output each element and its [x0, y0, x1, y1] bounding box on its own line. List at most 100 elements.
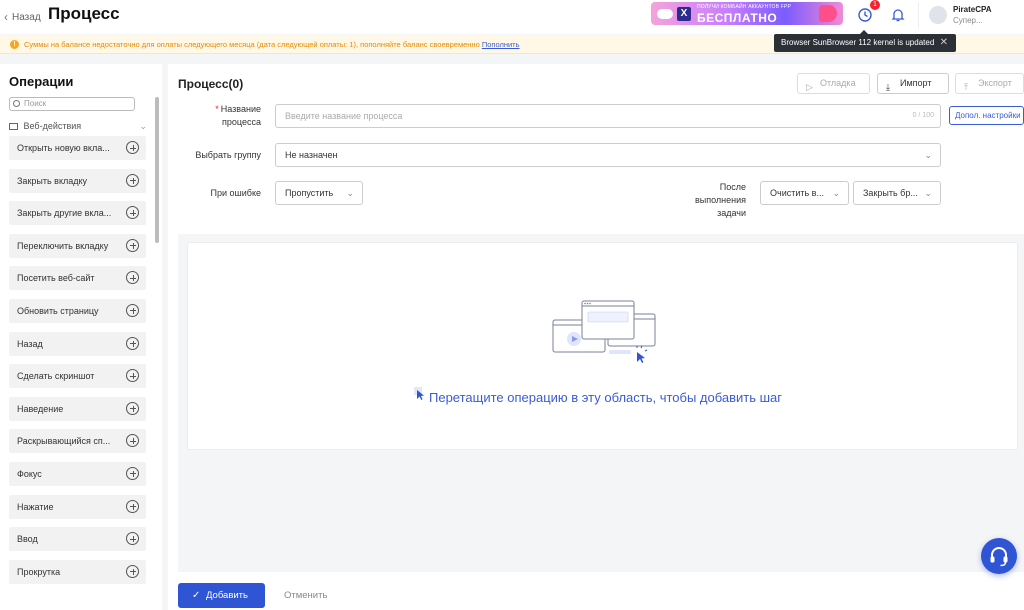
- required-mark: *: [215, 104, 219, 114]
- add-circle-icon[interactable]: [126, 141, 139, 154]
- debug-label: Отладка: [820, 78, 856, 88]
- list-item[interactable]: Ввод: [9, 527, 146, 552]
- promo-banner[interactable]: X ПОЛУЧИ КОМБАЙН АККАУНТОВ FPP БЕСПЛАТНО: [651, 2, 843, 25]
- add-circle-icon[interactable]: [126, 238, 139, 252]
- add-circle-icon[interactable]: [126, 206, 139, 220]
- process-name-placeholder: Введите название процесса: [285, 111, 403, 121]
- list-item-label: Открыть новую вкла...: [17, 143, 110, 153]
- list-item[interactable]: Фокус: [9, 461, 146, 486]
- list-item-label: Раскрывающийся сп...: [17, 436, 111, 447]
- on-error-value: Пропустить: [285, 188, 334, 198]
- list-item[interactable]: Обновить страницу: [9, 298, 146, 323]
- add-circle-icon[interactable]: [126, 434, 139, 448]
- list-item-label: Нажатие: [17, 501, 54, 512]
- group-label: Выбрать группу: [195, 150, 261, 160]
- support-button[interactable]: [981, 538, 1017, 574]
- on-error-select[interactable]: Пропустить ⌄: [275, 181, 363, 205]
- browser-windows-illustration-icon: [552, 300, 656, 363]
- after-task-close-select[interactable]: Закрыть бр... ⌄: [853, 181, 941, 205]
- export-button[interactable]: ⤒ Экспорт: [955, 73, 1024, 94]
- char-counter: 0 / 100: [912, 112, 934, 119]
- after-task-label: После выполнения задачи: [686, 181, 746, 220]
- add-circle-icon[interactable]: [126, 173, 139, 187]
- add-circle-icon[interactable]: [126, 532, 139, 546]
- after-task-label-line3: задачи: [717, 208, 746, 218]
- list-item[interactable]: Закрыть вкладку: [9, 168, 146, 193]
- page-title: Процесс: [48, 4, 120, 23]
- bell-icon[interactable]: [889, 6, 907, 24]
- back-button[interactable]: ‹ Назад: [4, 10, 41, 24]
- download-icon: ⤓: [886, 82, 890, 92]
- list-item[interactable]: Переключить вкладку: [9, 233, 146, 258]
- process-editor: Процесс(0) ▷ Отладка ⤓ Импорт ⤒ Экспорт …: [168, 64, 1024, 610]
- promo-logo: X: [677, 7, 691, 21]
- add-label: Добавить: [206, 590, 248, 601]
- after-task-clear-select[interactable]: Очистить в... ⌄: [760, 181, 849, 205]
- add-circle-icon[interactable]: [126, 303, 139, 317]
- list-item-label: Посетить веб-сайт: [17, 273, 95, 284]
- debug-button[interactable]: ▷ Отладка: [797, 73, 870, 94]
- add-circle-icon[interactable]: [126, 564, 139, 578]
- chevron-down-icon: ⌄: [346, 188, 354, 198]
- top-bar: ‹ Назад Процесс X ПОЛУЧИ КОМБАЙН АККАУНТ…: [0, 0, 1024, 34]
- list-item-label: Закрыть другие вкла...: [17, 208, 112, 219]
- warning-icon: !: [10, 40, 19, 49]
- add-circle-icon[interactable]: [126, 271, 139, 285]
- user-name: PirateCPA: [953, 5, 992, 14]
- list-item[interactable]: Нажатие: [9, 494, 146, 519]
- process-title: Процесс(0): [178, 77, 244, 91]
- sidebar-scrollbar[interactable]: [155, 97, 159, 243]
- list-item[interactable]: Прокрутка: [9, 559, 146, 584]
- tooltip-text: Browser SunBrowser 112 kernel is updated: [781, 38, 935, 47]
- list-item-label: Прокрутка: [17, 566, 61, 577]
- upload-icon: ⤒: [964, 82, 968, 92]
- user-menu[interactable]: PirateCPA Супер...: [918, 2, 1024, 28]
- process-name-input[interactable]: Введите название процесса 0 / 100: [275, 104, 941, 128]
- add-circle-icon[interactable]: [126, 369, 139, 383]
- notification-badge: 1: [870, 0, 880, 10]
- search-icon: [13, 100, 20, 107]
- process-name-label-line1: Название: [220, 104, 261, 114]
- add-circle-icon[interactable]: [126, 401, 139, 415]
- close-icon[interactable]: ✕: [940, 34, 948, 52]
- drop-zone-card: Перетащите операцию в эту область, чтобы…: [187, 242, 1018, 450]
- drop-hint: Перетащите операцию в эту область, чтобы…: [429, 390, 783, 405]
- avatar: [929, 6, 947, 24]
- chevron-down-icon: ⌄: [139, 121, 147, 131]
- process-name-label: * Название процесса: [188, 103, 261, 129]
- operations-list: Открыть новую вкла... Закрыть вкладку За…: [9, 136, 146, 592]
- import-button[interactable]: ⤓ Импорт: [877, 73, 949, 94]
- list-item[interactable]: Открыть новую вкла...: [9, 136, 146, 160]
- operations-sidebar: Операции Поиск Веб-действия ⌄ Открыть но…: [0, 64, 162, 610]
- browser-icon: [9, 123, 18, 130]
- list-item[interactable]: Раскрывающийся сп...: [9, 429, 146, 454]
- add-circle-icon[interactable]: [126, 466, 139, 480]
- list-item[interactable]: Закрыть другие вкла...: [9, 201, 146, 226]
- group-web-actions[interactable]: Веб-действия ⌄: [9, 121, 147, 131]
- list-item[interactable]: Сделать скриншот: [9, 364, 146, 389]
- user-role: Супер...: [953, 16, 983, 25]
- chevron-left-icon: ‹: [4, 10, 8, 24]
- chevron-down-icon: ⌄: [832, 188, 840, 198]
- add-circle-icon[interactable]: [126, 499, 139, 513]
- after-task-label-line2: выполнения: [694, 195, 746, 205]
- after-task-label-line1: После: [719, 182, 746, 192]
- group-label: Веб-действия: [23, 121, 82, 131]
- headset-icon: [990, 547, 1008, 567]
- search-input[interactable]: Поиск: [9, 97, 135, 111]
- drag-cursor-icon: [414, 387, 424, 400]
- add-circle-icon[interactable]: [126, 336, 139, 350]
- list-item[interactable]: Посетить веб-сайт: [9, 266, 146, 291]
- list-item-label: Ввод: [17, 534, 38, 545]
- advanced-settings-button[interactable]: Допол. настройки: [949, 106, 1024, 125]
- after-task-clear-value: Очистить в...: [770, 188, 824, 198]
- list-item[interactable]: Наведение: [9, 396, 146, 421]
- top-up-link[interactable]: Пополнить: [482, 40, 520, 49]
- group-select[interactable]: Не назначен ⌄: [275, 143, 941, 167]
- steps-drop-zone[interactable]: Перетащите операцию в эту область, чтобы…: [178, 234, 1024, 572]
- add-button[interactable]: ✓ Добавить: [178, 583, 265, 608]
- warning-text: Суммы на балансе недостаточно для оплаты…: [24, 40, 480, 49]
- list-item[interactable]: Назад: [9, 331, 146, 356]
- cancel-button[interactable]: Отменить: [284, 590, 327, 601]
- process-name-label-line2: процесса: [222, 117, 261, 127]
